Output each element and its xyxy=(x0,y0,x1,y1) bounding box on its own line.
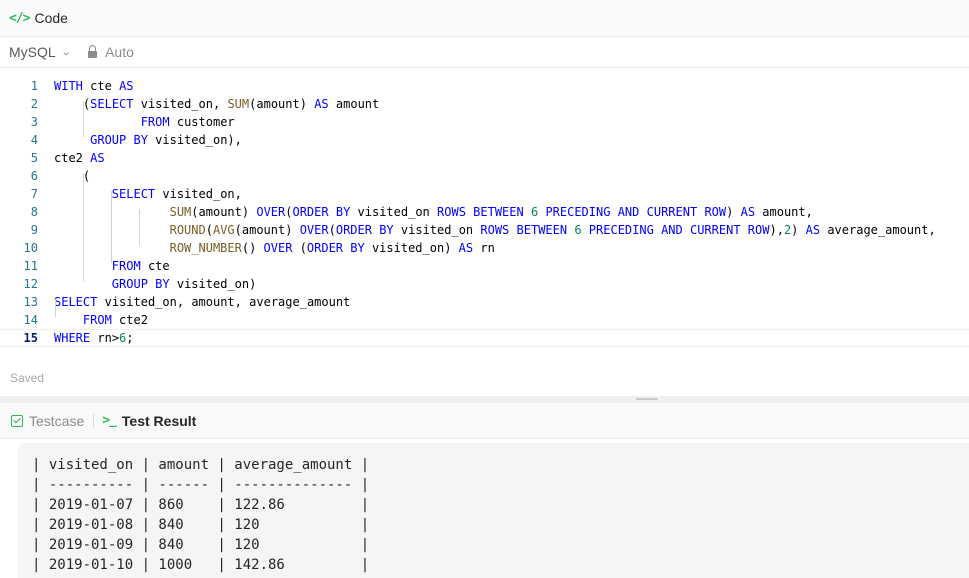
line-number: 13 xyxy=(23,295,38,309)
line-number: 9 xyxy=(30,223,38,237)
code-text: SELECT visited_on, amount, average_amoun… xyxy=(54,295,351,309)
indent-guide xyxy=(83,173,84,281)
line-number: 11 xyxy=(23,259,38,273)
code-text: FROM customer xyxy=(140,115,235,129)
line-number: 2 xyxy=(30,97,38,111)
result-line: | ---------- | ------ | -------------- | xyxy=(32,477,370,493)
code-line[interactable]: 7 SELECT visited_on, xyxy=(0,185,969,203)
code-line[interactable]: 5 cte2 AS xyxy=(0,149,969,167)
result-line: | 2019-01-09 | 840 | 120 | xyxy=(32,537,370,553)
result-line: | 2019-01-10 | 1000 | 142.86 | xyxy=(32,557,370,573)
line-number: 14 xyxy=(23,313,38,327)
line-number: 3 xyxy=(30,115,38,129)
chevron-down-icon: ⌄ xyxy=(60,46,72,58)
code-line[interactable]: 2 (SELECT visited_on, SUM(amount) AS amo… xyxy=(0,95,969,113)
line-number: 5 xyxy=(30,151,38,165)
code-editor[interactable]: 1 WITH cte AS 2 (SELECT visited_on, SUM(am… xyxy=(0,77,969,347)
language-selector[interactable]: MySQL ⌄ xyxy=(9,44,72,60)
code-line[interactable]: 13 SELECT visited_on, amount, average_amo… xyxy=(0,293,969,311)
code-text: FROM cte2 xyxy=(82,313,148,327)
auto-label: Auto xyxy=(105,44,134,60)
code-text: WITH cte AS xyxy=(54,79,134,93)
panel-resize-handle[interactable] xyxy=(636,398,658,400)
code-text: GROUP BY visited_on) xyxy=(111,277,257,291)
code-line[interactable]: 12 GROUP BY visited_on) xyxy=(0,275,969,293)
line-number: 7 xyxy=(30,187,38,201)
indent-guide xyxy=(55,299,56,317)
line-number: 15 xyxy=(23,331,38,345)
code-text: (SELECT visited_on, SUM(amount) AS amoun… xyxy=(82,97,380,111)
code-line[interactable]: 4 GROUP BY visited_on), xyxy=(0,131,969,149)
result-tabs: Testcase >_ Test Result xyxy=(0,403,969,439)
result-line: | visited_on | amount | average_amount | xyxy=(32,457,370,473)
code-text: cte2 AS xyxy=(54,151,105,165)
code-line[interactable]: 14 FROM cte2 xyxy=(0,311,969,329)
code-line[interactable]: 15 WHERE rn>6; xyxy=(0,329,969,347)
lock-icon xyxy=(88,44,98,58)
result-line: | 2019-01-08 | 840 | 120 | xyxy=(32,517,370,533)
checkbox-icon xyxy=(11,414,23,427)
line-number: 4 xyxy=(30,133,38,147)
tab-test-result[interactable]: >_ Test Result xyxy=(102,413,196,429)
panel-title: Code xyxy=(34,10,68,26)
language-label: MySQL xyxy=(9,44,56,60)
tab-divider xyxy=(93,413,95,428)
code-text: ROUND(AVG(amount) OVER(ORDER BY visited_… xyxy=(169,223,936,237)
code-line[interactable]: 9 ROUND(AVG(amount) OVER(ORDER BY visite… xyxy=(0,221,969,239)
code-text: ( xyxy=(82,169,91,183)
line-number: 1 xyxy=(30,79,38,93)
editor-toolbar: MySQL ⌄ Auto xyxy=(0,37,969,68)
terminal-icon: >_ xyxy=(102,413,117,428)
code-line[interactable]: 10 ROW_NUMBER() OVER (ORDER BY visited_o… xyxy=(0,239,969,257)
code-line[interactable]: 8 SUM(amount) OVER(ORDER BY visited_on R… xyxy=(0,203,969,221)
code-text: SUM(amount) OVER(ORDER BY visited_on ROW… xyxy=(169,205,813,219)
result-line: | 2019-01-07 | 860 | 122.86 | xyxy=(32,497,370,513)
code-text: ROW_NUMBER() OVER (ORDER BY visited_on) … xyxy=(169,241,495,255)
tab-testcase-label: Testcase xyxy=(29,412,85,429)
line-number: 8 xyxy=(30,205,38,219)
code-brackets-icon: </> xyxy=(9,10,31,26)
code-panel-header: </> Code xyxy=(0,0,969,37)
tab-test-result-label: Test Result xyxy=(121,412,197,429)
auto-mode[interactable]: Auto xyxy=(88,44,134,60)
code-line[interactable]: 11 FROM cte xyxy=(0,257,969,275)
code-line[interactable]: 3 FROM customer xyxy=(0,113,969,131)
tab-testcase[interactable]: Testcase xyxy=(11,413,84,429)
code-text: WHERE rn>6; xyxy=(54,331,134,345)
saved-status: Saved xyxy=(10,371,45,385)
line-number: 12 xyxy=(23,277,38,291)
indent-guide xyxy=(139,209,140,245)
line-number: 6 xyxy=(30,169,38,183)
line-number: 10 xyxy=(23,241,38,255)
indent-guide xyxy=(83,101,84,137)
code-line[interactable]: 1 WITH cte AS xyxy=(0,77,969,95)
result-output: | visited_on | amount | average_amount |… xyxy=(32,455,369,575)
indent-guide xyxy=(111,191,112,263)
code-line[interactable]: 6 ( xyxy=(0,167,969,185)
